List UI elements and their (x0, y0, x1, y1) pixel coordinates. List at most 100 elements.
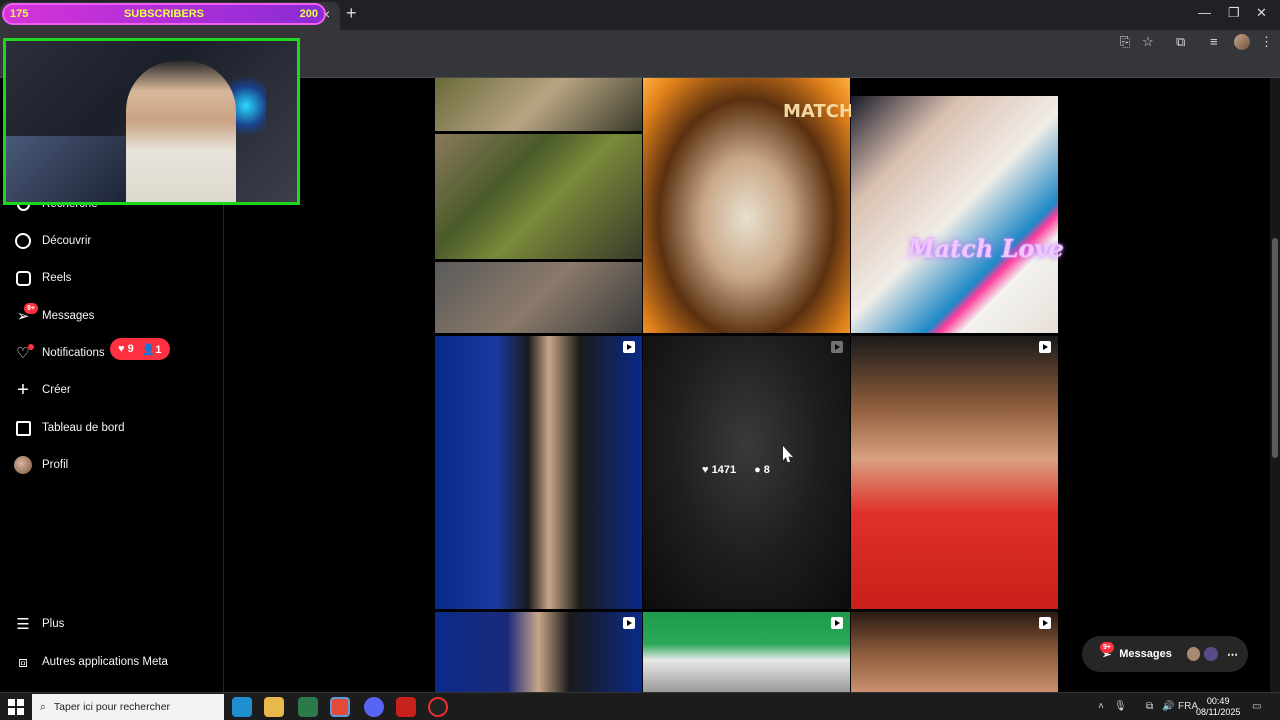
notifications-pill[interactable]: ♥ 9 👤1 (110, 338, 170, 360)
explore-reel[interactable] (851, 612, 1058, 692)
sidebar-item-label: Notifications (42, 347, 105, 359)
reel-icon (1039, 617, 1051, 629)
explore-reel[interactable] (851, 336, 1058, 609)
floating-messages-badge: 9+ (1100, 642, 1114, 653)
explore-post[interactable] (435, 134, 642, 259)
heart-icon: ♥ (118, 343, 125, 355)
sidebar-item-more[interactable]: ☰ Plus (14, 609, 64, 639)
avatar (1185, 646, 1202, 662)
sidebar-item-reels[interactable]: Reels (14, 263, 71, 293)
clock-date: 08/11/2025 (1196, 707, 1241, 717)
sidebar-item-meta-apps[interactable]: ⧈ Autres applications Meta (14, 647, 168, 677)
reel-icon (831, 341, 843, 353)
sidebar-item-notifications[interactable]: ♡ Notifications (14, 338, 105, 368)
webcam-streamer (126, 61, 236, 202)
subs-goal: 200 (299, 8, 318, 20)
restore-icon[interactable]: ❐ (1228, 5, 1240, 21)
messages-badge: 9+ (24, 303, 38, 314)
webcam-desk (6, 136, 126, 202)
followers-number: 1 (155, 343, 162, 356)
system-clock[interactable]: 00:49 08/11/2025 (1196, 696, 1240, 718)
notifications-center-icon[interactable]: ▭ (1252, 700, 1261, 714)
bookmark-star-icon[interactable]: ☆ (1142, 34, 1154, 50)
subscriber-goal-bar: 175 SUBSCRIBERS 200 (2, 3, 326, 25)
webcam-overlay (3, 38, 300, 205)
hover-stats: ♥ 1471 ● 8 (702, 464, 770, 476)
reel-icon (623, 341, 635, 353)
page-scrollbar[interactable] (1270, 78, 1280, 692)
explore-reel[interactable] (643, 612, 850, 692)
explore-post[interactable] (851, 96, 1058, 333)
followers-count: 👤1 (142, 343, 162, 356)
language-indicator[interactable]: FRA (1178, 700, 1198, 714)
app-icon[interactable] (396, 697, 416, 717)
clock-time: 00:49 (1206, 696, 1230, 706)
sidebar-item-dashboard[interactable]: Tableau de bord (14, 413, 124, 443)
kebab-menu-icon[interactable]: ⋮ (1260, 34, 1273, 50)
sidebar-item-label: Autres applications Meta (42, 656, 168, 668)
window-close-icon[interactable]: ✕ (1256, 5, 1267, 21)
menu-icon: ☰ (16, 616, 30, 633)
sidebar-item-label: Créer (42, 384, 71, 396)
explore-reel[interactable] (435, 336, 642, 609)
notification-dot (28, 344, 34, 350)
sidebar-item-discover[interactable]: Découvrir (14, 226, 91, 256)
subs-label: SUBSCRIBERS (123, 8, 205, 20)
more-icon: ⋯ (1227, 648, 1238, 661)
apps-icon: ⧈ (18, 653, 28, 671)
explore-post[interactable] (435, 262, 642, 333)
sidebar-item-messages[interactable]: ➢ 9+ Messages (14, 301, 94, 331)
obs-icon[interactable] (428, 697, 448, 717)
search-icon: ⌕ (40, 700, 46, 713)
compass-icon (14, 232, 32, 250)
scroll-thumb[interactable] (1272, 238, 1278, 458)
avatar (14, 456, 32, 474)
match-love-logo: Match Love (908, 234, 1064, 263)
sidebar-item-label: Messages (42, 310, 95, 322)
taskbar-search[interactable]: ⌕ Taper ici pour rechercher (32, 694, 224, 720)
heart-icon: ♥ (702, 464, 709, 476)
sidebar-item-label: Plus (42, 618, 65, 630)
install-icon[interactable]: ⎘ (1120, 34, 1130, 50)
reel-icon (831, 617, 843, 629)
comments-value: 8 (763, 464, 770, 476)
extensions-icon[interactable]: ⧉ (1176, 34, 1185, 50)
discord-icon[interactable] (364, 697, 384, 717)
windows-taskbar: ⌕ Taper ici pour rechercher ˄ 🎙 ⧉ 🔊 FRA … (0, 692, 1280, 720)
chart-icon (14, 419, 32, 437)
comment-icon: ● (754, 464, 761, 476)
minimize-icon[interactable]: — (1198, 5, 1211, 21)
windows-start-icon[interactable] (8, 699, 24, 715)
microphone-icon[interactable]: 🎙 (1114, 700, 1127, 714)
person-icon: 👤 (141, 343, 156, 356)
comments-stat: ● 8 (754, 464, 770, 476)
media-icon[interactable]: ≡ (1210, 34, 1218, 50)
chrome-icon[interactable] (330, 697, 350, 717)
tray-chevron-icon[interactable]: ˄ (1098, 700, 1104, 714)
sidebar-item-profile[interactable]: Profil (14, 450, 68, 480)
likes-stat: ♥ 1471 (702, 464, 736, 476)
reels-icon (14, 269, 32, 287)
heart-icon: ♡ (14, 344, 34, 362)
edge-icon[interactable] (232, 697, 252, 717)
likes-number: 9 (127, 343, 134, 355)
file-explorer-icon[interactable] (264, 697, 284, 717)
sidebar-item-label: Profil (42, 459, 69, 471)
volume-icon[interactable]: 🔊 (1162, 700, 1174, 714)
explore-post[interactable] (435, 78, 642, 131)
likes-count: ♥ 9 (118, 343, 134, 355)
network-icon[interactable]: ⧉ (1146, 700, 1153, 714)
new-tab-icon[interactable]: + (346, 4, 357, 22)
floating-messages-label: Messages (1119, 648, 1172, 660)
store-icon[interactable] (298, 697, 318, 717)
browser-profile-avatar[interactable] (1234, 34, 1250, 50)
messenger-icon: ➢ 9+ (14, 303, 38, 325)
taskbar-search-placeholder: Taper ici pour rechercher (53, 701, 171, 713)
likes-value: 1471 (711, 464, 737, 476)
sidebar-item-create[interactable]: + Créer (14, 375, 71, 405)
reel-icon (1039, 341, 1051, 353)
avatar (1203, 646, 1219, 662)
explore-reel[interactable] (435, 612, 642, 692)
plus-icon: + (17, 378, 29, 401)
sidebar-item-label: Reels (42, 272, 72, 284)
